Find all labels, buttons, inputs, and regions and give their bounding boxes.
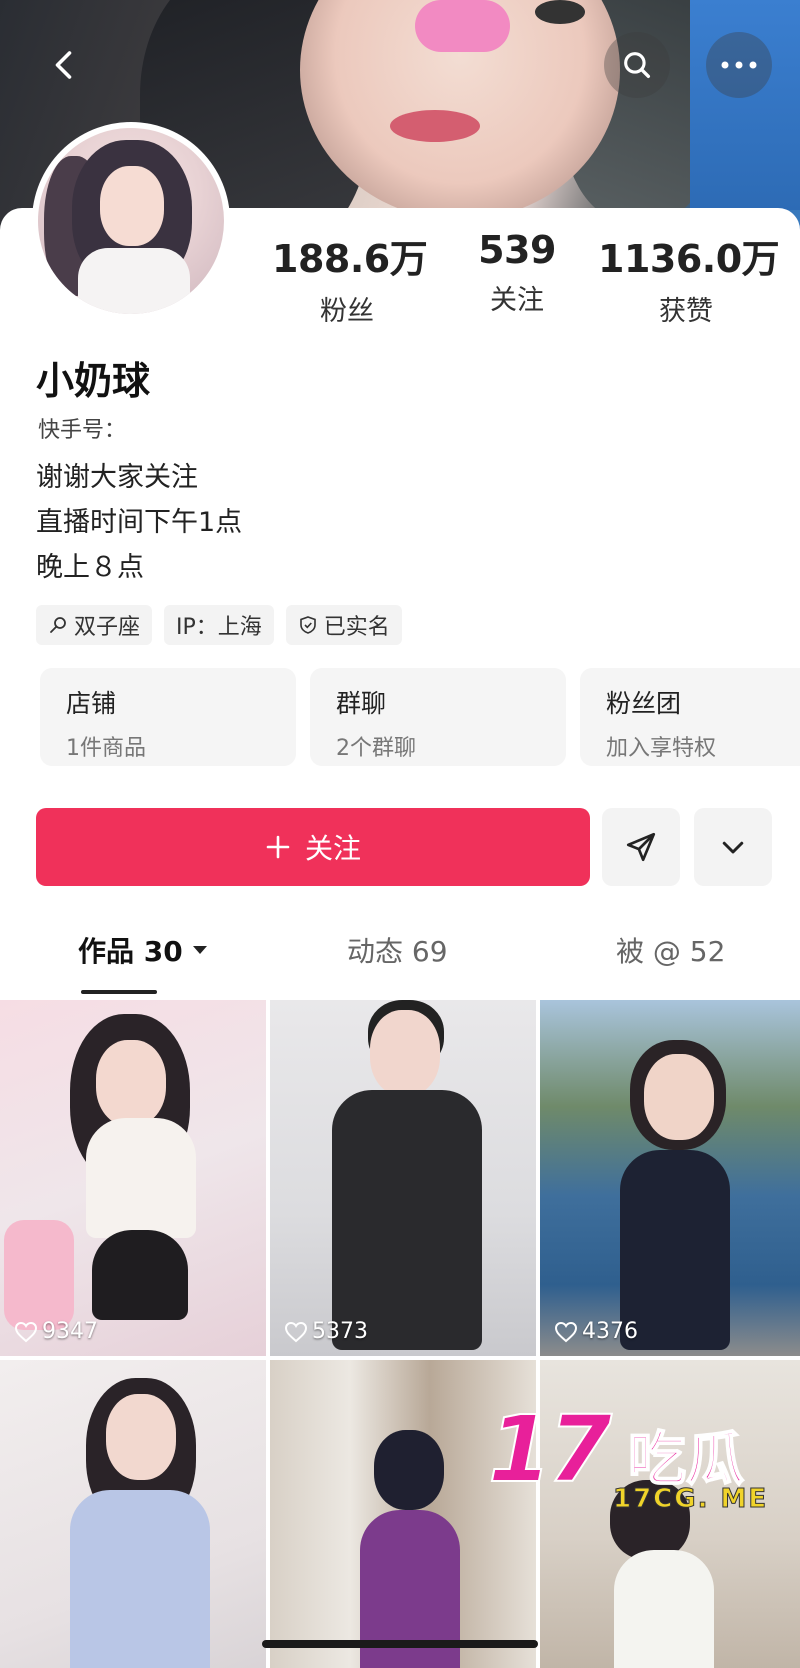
tag-ip: IP：上海 [164,605,274,645]
stat-value: 539 [478,228,556,272]
bio-line: 晚上８点 [36,552,144,583]
feature-cards: 店铺 1件商品 群聊 2个群聊 粉丝团 加入享特权 [40,668,800,766]
follow-button[interactable]: 关注 [36,808,590,886]
card-shop[interactable]: 店铺 1件商品 [40,668,296,766]
tab-works[interactable]: 作品 30 [78,930,209,970]
stat-value: 1136.0万 [598,237,780,281]
home-indicator[interactable] [262,1640,538,1648]
stat-label: 关注 [490,285,544,316]
card-subtitle: 2个群聊 [336,736,416,761]
card-fan-club[interactable]: 粉丝团 加入享特权 [580,668,800,766]
zodiac-icon [50,617,66,633]
card-group-chat[interactable]: 群聊 2个群聊 [310,668,566,766]
search-button[interactable] [604,32,670,98]
expand-button[interactable] [694,808,772,886]
stat-label: 粉丝 [320,296,374,327]
card-subtitle: 1件商品 [66,736,146,761]
more-button[interactable] [706,32,772,98]
tag-verified[interactable]: 已实名 [285,605,402,645]
profile-tags: 双子座 IP：上海 已实名 [36,605,402,645]
bio-line: 直播时间下午1点 [36,507,243,538]
card-title: 群聊 [336,689,387,718]
stat-likes[interactable]: 1136.0万 获赞 [598,228,780,328]
video-thumbnail[interactable] [0,1360,266,1668]
likes-value: 4376 [582,1319,638,1344]
avatar[interactable] [32,122,230,320]
kuaishou-id[interactable]: 快手号： [38,412,126,444]
video-thumbnail[interactable]: 4376 [540,1000,800,1356]
stat-value: 188.6万 [272,237,428,281]
tab-underline [81,990,157,994]
tab-label: 被 @ 52 [616,935,726,968]
chevron-left-icon [55,51,72,79]
tag-label: 已实名 [323,615,390,640]
profile-name: 小奶球 [36,359,151,403]
bio-line: 谢谢大家关注 [36,462,198,493]
tag-zodiac: 双子座 [36,605,153,645]
stat-label: 获赞 [659,296,713,327]
tab-label: 作品 30 [78,935,183,968]
stat-following[interactable]: 539 关注 [462,228,572,317]
watermark-logo: 17 吃瓜 17CG. ME [487,1396,798,1530]
message-button[interactable] [602,808,680,886]
follow-label: 关注 [304,832,361,865]
verified-shield-icon [299,616,316,634]
likes-value: 5373 [312,1319,368,1344]
content-tabs: 作品 30 动态 69 被 @ 52 [0,930,800,990]
watermark-main: 17 [487,1396,613,1503]
plus-icon [266,835,290,859]
heart-icon [554,1321,578,1342]
watermark-sub: 17CG. ME [612,1484,769,1515]
card-title: 粉丝团 [606,689,682,718]
stat-fans[interactable]: 188.6万 粉丝 [272,228,428,328]
tag-label: IP：上海 [176,615,262,640]
more-horizontal-icon [721,61,757,69]
likes-count: 5373 [284,1319,368,1344]
back-button[interactable] [32,32,98,98]
likes-value: 9347 [42,1319,98,1344]
likes-count: 4376 [554,1319,638,1344]
caret-down-icon [192,946,207,954]
likes-count: 9347 [14,1319,98,1344]
heart-icon [284,1321,308,1342]
tab-mentions[interactable]: 被 @ 52 [616,930,725,970]
video-thumbnail[interactable]: 9347 [0,1000,266,1356]
chevron-down-icon [722,841,744,854]
tab-moments[interactable]: 动态 69 [347,930,448,970]
profile-page: 188.6万 粉丝 539 关注 1136.0万 获赞 小奶球 快手号： 谢谢大… [0,0,800,1668]
tab-label: 动态 69 [347,935,448,968]
heart-icon [14,1321,38,1342]
video-thumbnail[interactable]: 5373 [270,1000,536,1356]
send-icon [626,832,656,862]
profile-bio: 谢谢大家关注 直播时间下午1点 晚上８点 [36,455,242,590]
tag-label: 双子座 [74,615,141,640]
card-subtitle: 加入享特权 [606,736,717,761]
card-title: 店铺 [66,689,117,718]
search-icon [624,52,651,79]
